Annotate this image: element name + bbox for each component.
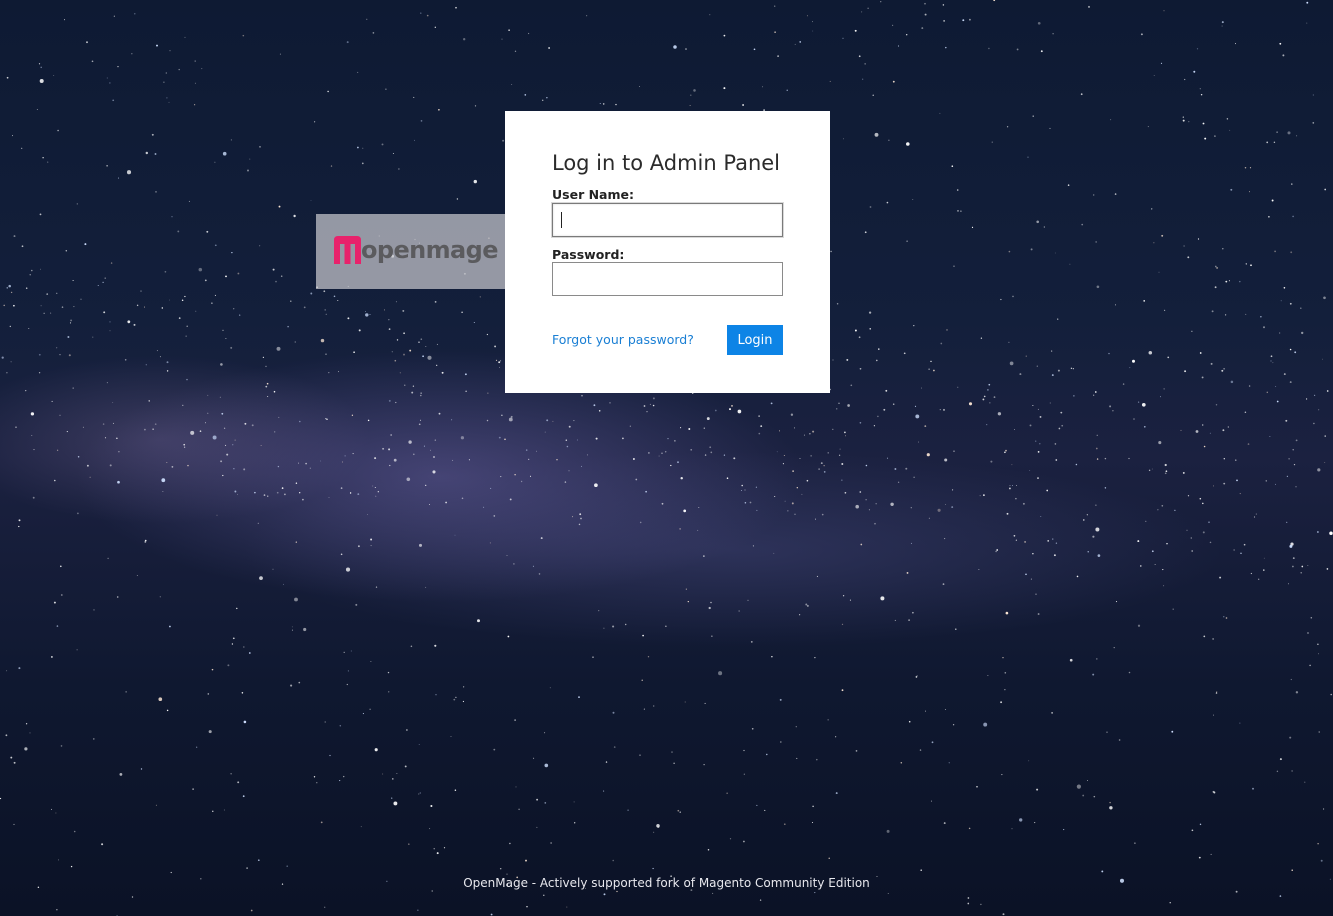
text-caret <box>561 212 562 228</box>
brand-logo-panel: openmage <box>316 214 505 289</box>
login-button[interactable]: Login <box>727 325 783 355</box>
openmage-m-icon <box>334 236 361 264</box>
brand-logo-text: openmage <box>361 236 499 264</box>
username-input[interactable] <box>552 203 783 237</box>
login-card: Log in to Admin Panel User Name: Passwor… <box>505 111 830 393</box>
forgot-password-link[interactable]: Forgot your password? <box>552 332 694 347</box>
password-input[interactable] <box>552 262 783 296</box>
username-label: User Name: <box>552 187 634 202</box>
footer-text: OpenMage - Actively supported fork of Ma… <box>463 876 870 890</box>
login-title: Log in to Admin Panel <box>552 151 781 175</box>
password-label: Password: <box>552 247 625 262</box>
